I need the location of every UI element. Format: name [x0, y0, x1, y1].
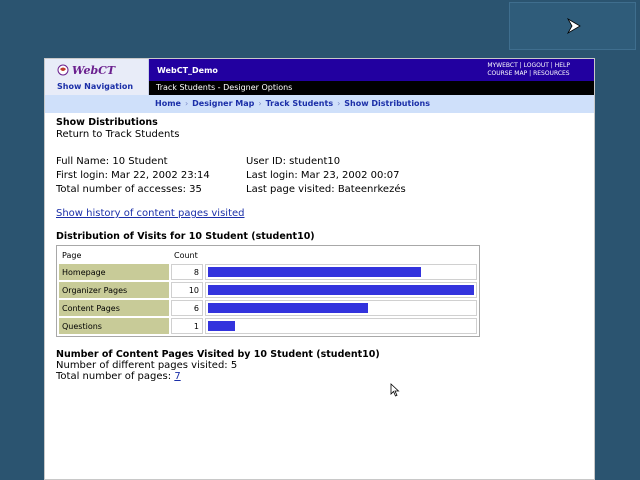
user-id: User ID: student10 — [246, 156, 341, 167]
breadcrumb-show-distributions[interactable]: Show Distributions — [344, 99, 430, 108]
history-link[interactable]: Show history of content pages visited — [56, 208, 586, 219]
arrow-cursor-icon — [566, 18, 581, 34]
course-name: WebCT_Demo — [157, 66, 218, 75]
trail-text: Track Students - Designer Options — [156, 83, 293, 92]
header-page: Page — [59, 248, 169, 262]
row-page: Homepage — [59, 264, 169, 280]
first-login: First login: Mar 22, 2002 23:14 — [56, 170, 210, 181]
full-name: Full Name: 10 Student — [56, 156, 168, 167]
visit-bar — [208, 285, 474, 295]
total-accesses: Total number of accesses: 35 — [56, 184, 202, 195]
row-page: Questions — [59, 318, 169, 334]
table-row: Organizer Pages 10 — [59, 282, 477, 298]
content-pages-title: Number of Content Pages Visited by 10 St… — [56, 349, 380, 360]
course-map-link[interactable]: COURSE MAP — [487, 70, 527, 77]
row-count: 10 — [171, 282, 203, 298]
logo-cell: WebCT Show Navigation — [45, 59, 149, 95]
breadcrumb: Home › Designer Map › Track Students › Show Di… — [45, 95, 594, 113]
total-pages-line: Total number of pages: 7 — [56, 371, 586, 382]
total-pages-label: Total number of pages: — [56, 371, 172, 382]
mywebct-link[interactable]: MYWEBCT — [487, 62, 517, 69]
different-pages-label: Number of different pages visited: — [56, 360, 228, 371]
table-row: Questions 1 — [59, 318, 477, 334]
row-count: 6 — [171, 300, 203, 316]
resources-link[interactable]: RESOURCES — [533, 70, 570, 77]
utility-links: MYWEBCT | LOGOUT | HELP COURSE MAP | RES… — [487, 62, 570, 77]
mouse-pointer-icon — [390, 383, 400, 397]
table-header-row: Page Count — [59, 248, 477, 262]
row-count: 1 — [171, 318, 203, 334]
logout-link[interactable]: LOGOUT — [524, 62, 549, 69]
last-page-visited: Last page visited: Bateenrkezés — [246, 184, 406, 195]
header-count: Count — [171, 248, 203, 262]
webct-globe-icon — [57, 64, 69, 76]
different-pages-value: 5 — [230, 360, 238, 371]
different-pages-line: Number of different pages visited: 5 — [56, 360, 586, 371]
distribution-table: Page Count Homepage 8 Organizer Pages 10… — [56, 245, 480, 337]
help-link[interactable]: HELP — [555, 62, 570, 69]
show-navigation-link[interactable]: Show Navigation — [57, 82, 133, 91]
main-content: Show Distributions Return to Track Stude… — [56, 117, 586, 382]
breadcrumb-home[interactable]: Home — [155, 99, 181, 108]
trail-bar: Track Students - Designer Options — [149, 81, 594, 95]
distribution-title: Distribution of Visits for 10 Student (s… — [56, 231, 315, 242]
return-link[interactable]: Return to Track Students — [56, 129, 586, 140]
row-count: 8 — [171, 264, 203, 280]
course-banner: WebCT_Demo MYWEBCT | LOGOUT | HELP COURS… — [149, 59, 594, 81]
visit-bar — [208, 303, 368, 313]
breadcrumb-designer-map[interactable]: Designer Map — [192, 99, 254, 108]
breadcrumb-track-students[interactable]: Track Students — [266, 99, 333, 108]
student-info: Full Name: 10 Student First login: Mar 2… — [56, 155, 586, 197]
row-page: Organizer Pages — [59, 282, 169, 298]
visit-bar — [208, 267, 421, 277]
webct-logo: WebCT — [57, 63, 115, 77]
browser-page: WebCT Show Navigation WebCT_Demo MYWEBCT… — [44, 58, 595, 480]
logo-text: WebCT — [72, 63, 116, 77]
visit-bar — [208, 321, 235, 331]
corner-arrow-button[interactable] — [509, 2, 636, 50]
table-row: Content Pages 6 — [59, 300, 477, 316]
webct-header: WebCT Show Navigation WebCT_Demo MYWEBCT… — [45, 59, 594, 95]
last-login: Last login: Mar 23, 2002 00:07 — [246, 170, 400, 181]
total-pages-value[interactable]: 7 — [174, 371, 180, 382]
table-row: Homepage 8 — [59, 264, 477, 280]
row-page: Content Pages — [59, 300, 169, 316]
page-title: Show Distributions — [56, 117, 158, 128]
